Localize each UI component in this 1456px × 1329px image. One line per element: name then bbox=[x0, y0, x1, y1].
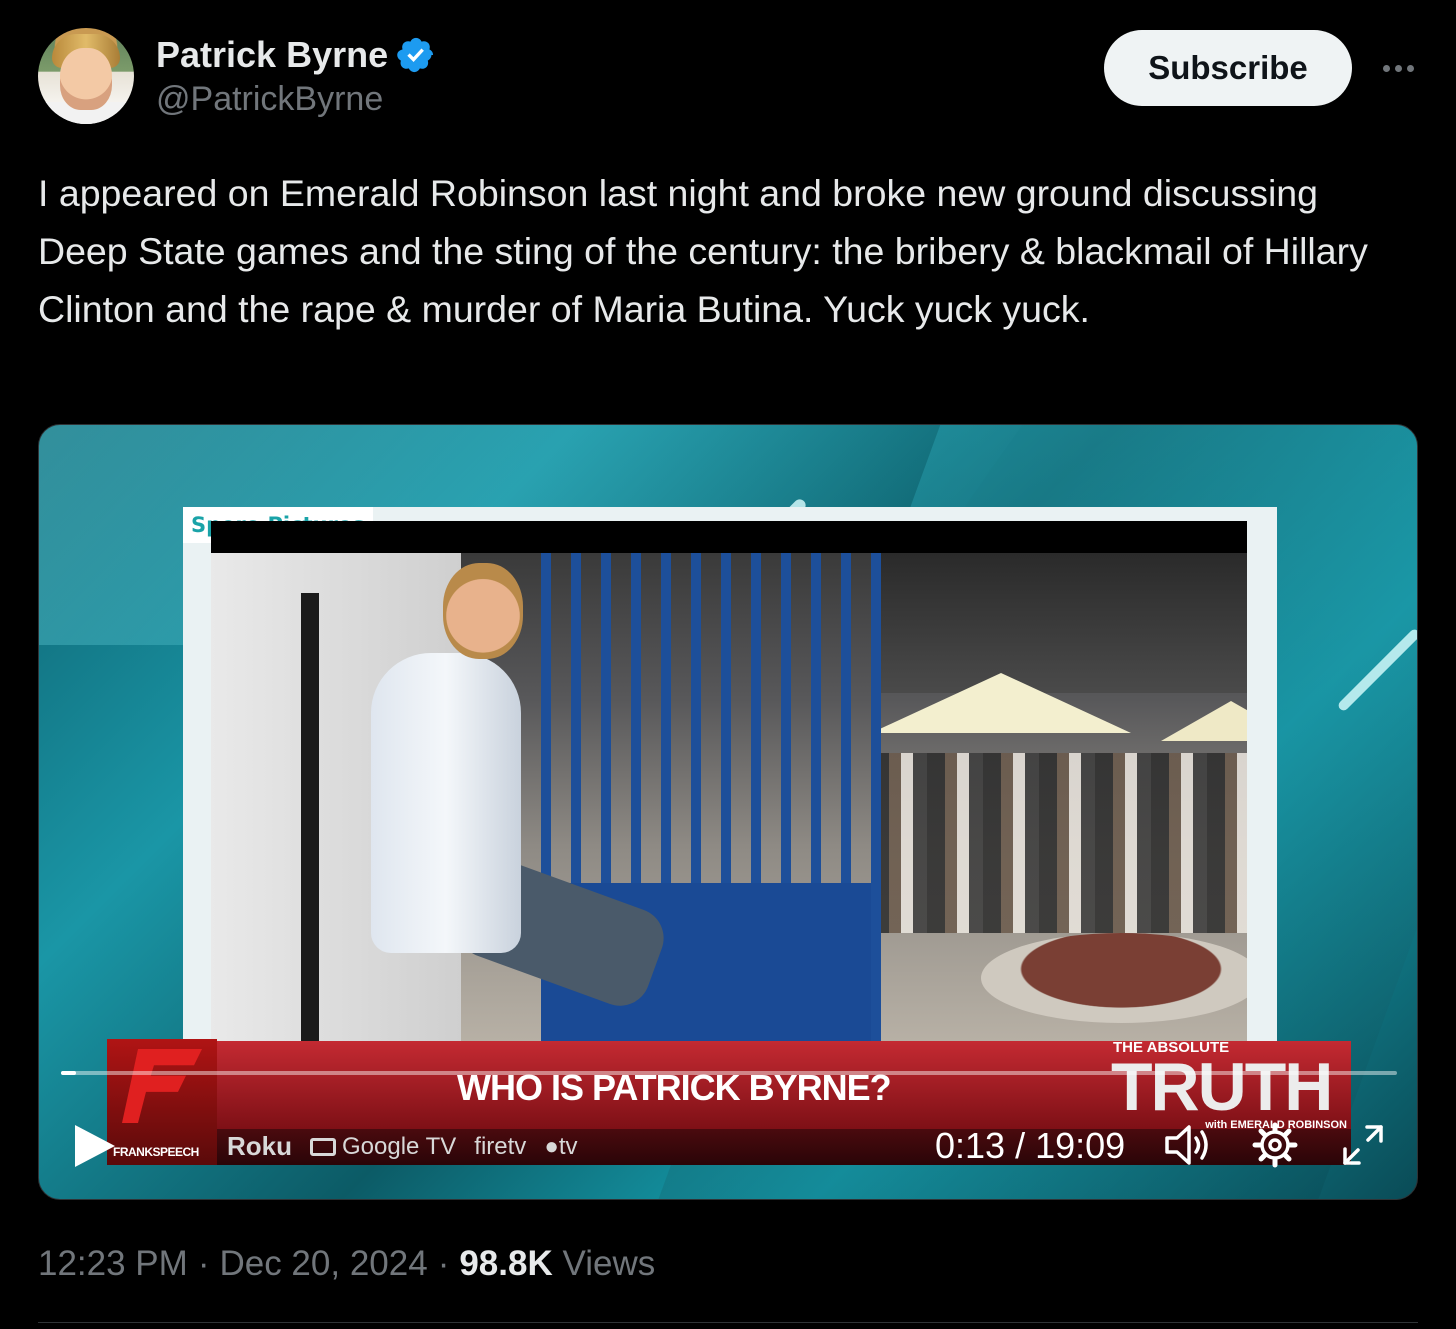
dot bbox=[1406, 64, 1414, 72]
author-avatar[interactable] bbox=[38, 28, 134, 124]
video-controls: 0:13 / 19:09 bbox=[39, 1115, 1417, 1175]
fullscreen-icon[interactable] bbox=[1339, 1121, 1387, 1169]
scene-wall-trim bbox=[301, 593, 319, 1041]
scene-firepit bbox=[981, 933, 1247, 1023]
tweet-date[interactable]: Dec 20, 2024 bbox=[219, 1244, 427, 1284]
video-inner-frame: Spero Pictures bbox=[183, 507, 1277, 1047]
tweet-meta: 12:23 PM · Dec 20, 2024 · 98.8K Views bbox=[38, 1244, 655, 1284]
dot bbox=[1382, 64, 1390, 72]
divider bbox=[38, 1322, 1418, 1323]
video-progress-bar[interactable] bbox=[61, 1071, 1397, 1075]
views-count: 98.8K bbox=[459, 1244, 553, 1283]
play-icon[interactable] bbox=[75, 1125, 115, 1167]
subscribe-button[interactable]: Subscribe bbox=[1104, 30, 1352, 106]
meta-separator: · bbox=[437, 1244, 450, 1283]
more-options-icon[interactable] bbox=[1376, 50, 1420, 86]
meta-separator: · bbox=[197, 1244, 210, 1283]
scene-crowd bbox=[871, 753, 1247, 933]
settings-gear-icon[interactable] bbox=[1251, 1121, 1299, 1169]
author-name-row[interactable]: Patrick Byrne bbox=[156, 34, 436, 76]
video-progress-fill bbox=[61, 1071, 76, 1075]
video-scene bbox=[211, 521, 1247, 1041]
verified-badge-icon[interactable] bbox=[396, 35, 436, 75]
scene-person-head bbox=[443, 563, 523, 659]
video-player[interactable]: Spero Pictures FRANKSPEECH WH bbox=[38, 424, 1418, 1200]
scene-umbrella bbox=[1161, 701, 1247, 741]
views-label: Views bbox=[562, 1244, 656, 1283]
frankspeech-logo-mark bbox=[122, 1049, 202, 1123]
views-stat[interactable]: 98.8K Views bbox=[459, 1244, 655, 1284]
video-time: 0:13 / 19:09 bbox=[935, 1125, 1126, 1166]
author-display-name[interactable]: Patrick Byrne bbox=[156, 34, 388, 76]
absolute-truth-big: TRUTH bbox=[1111, 1049, 1333, 1125]
scene-building bbox=[871, 553, 1247, 693]
scene-image bbox=[211, 553, 1247, 1041]
scene-person bbox=[371, 653, 521, 953]
author-handle[interactable]: @PatrickByrne bbox=[156, 80, 383, 119]
avatar-face bbox=[60, 48, 112, 110]
volume-icon[interactable] bbox=[1163, 1123, 1213, 1167]
dot bbox=[1394, 64, 1402, 72]
tweet-time[interactable]: 12:23 PM bbox=[38, 1244, 188, 1284]
tweet-text: I appeared on Emerald Robinson last nigh… bbox=[38, 172, 1368, 330]
